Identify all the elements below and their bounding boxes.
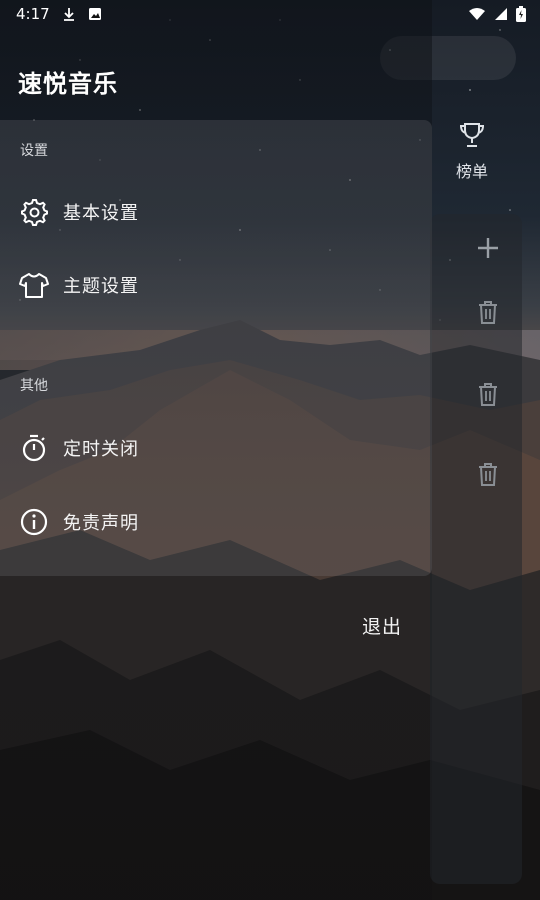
tshirt-icon xyxy=(19,270,49,300)
section-title-other: 其他 xyxy=(20,378,48,394)
status-time: 4:17 xyxy=(16,5,50,23)
signal-icon xyxy=(495,8,507,20)
trash-icon[interactable] xyxy=(474,380,502,408)
exit-button[interactable]: 退出 xyxy=(362,612,402,639)
trash-icon[interactable] xyxy=(474,460,502,488)
wifi-icon xyxy=(469,8,485,20)
drawer-menu-card: 设置 基本设置 主题设置 其他 定时关闭 免责声明 xyxy=(0,120,432,576)
status-bar: 4:17 xyxy=(0,0,540,28)
battery-icon xyxy=(516,6,526,22)
menu-item-label: 定时关闭 xyxy=(63,439,139,460)
trophy-icon xyxy=(459,123,485,147)
rank-tab[interactable]: 榜单 xyxy=(444,120,500,182)
menu-item-label: 主题设置 xyxy=(63,276,139,297)
menu-item-label: 基本设置 xyxy=(63,203,139,224)
menu-item-sleep-timer[interactable]: 定时关闭 xyxy=(0,418,432,478)
menu-item-theme-settings[interactable]: 主题设置 xyxy=(0,255,432,315)
download-icon xyxy=(63,8,74,21)
navigation-drawer: 速悦音乐 设置 基本设置 主题设置 其他 定时关闭 免责声明 xyxy=(0,0,432,900)
trash-icon[interactable] xyxy=(474,298,502,326)
rank-label: 榜单 xyxy=(455,162,488,181)
photo-icon xyxy=(88,8,101,20)
app-title: 速悦音乐 xyxy=(18,70,118,98)
timer-icon xyxy=(19,433,49,463)
info-icon xyxy=(19,507,49,537)
section-title-settings: 设置 xyxy=(20,143,48,159)
menu-item-label: 免责声明 xyxy=(63,513,139,534)
gear-icon xyxy=(19,197,49,227)
menu-item-basic-settings[interactable]: 基本设置 xyxy=(0,182,432,242)
menu-item-disclaimer[interactable]: 免责声明 xyxy=(0,492,432,552)
plus-icon[interactable] xyxy=(474,234,502,262)
